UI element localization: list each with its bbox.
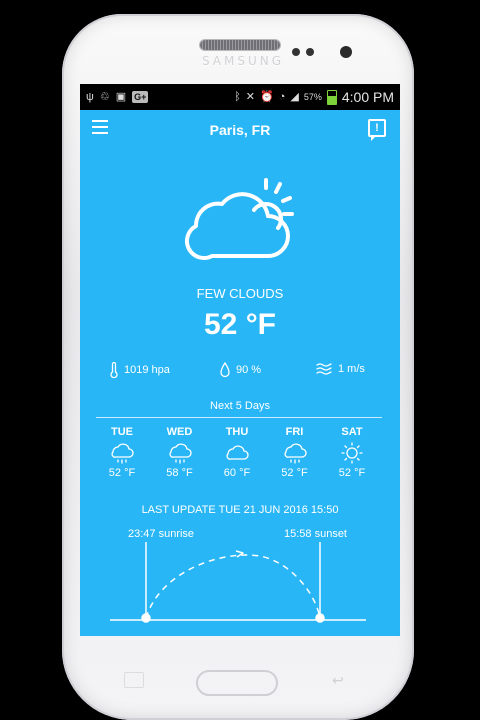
current-stats: 1019 hpa 90 % 1 m/s: [80, 362, 400, 382]
forecast-divider: [96, 417, 382, 418]
forecast-row: TUE 52 °F WED 58 °F THU 60 °F FRI 52 °F …: [94, 424, 380, 494]
weather-app: Paris, FR ! FEW CLOUDS 52 °F 1019 hpa 90…: [80, 110, 400, 636]
rain-cloud-icon: [283, 443, 307, 464]
thermometer-icon: [110, 362, 118, 378]
mute-icon: ✕: [245, 90, 256, 103]
sunset-dot: [315, 613, 325, 623]
day-temp: 52 °F: [281, 467, 308, 479]
sun-arc-path: [145, 554, 321, 619]
humidity-stat: 90 %: [220, 362, 261, 378]
day-name: SAT: [341, 426, 363, 438]
day-temp: 52 °F: [108, 467, 136, 479]
app-header: Paris, FR !: [80, 110, 400, 150]
forecast-day-sat[interactable]: SAT 52 °F: [324, 424, 380, 494]
day-name: FRI: [285, 426, 304, 438]
city-title: Paris, FR: [209, 122, 271, 138]
google-plus-icon: G+: [132, 91, 149, 103]
day-name: TUE: [111, 426, 133, 438]
day-temp: 52 °F: [338, 467, 366, 479]
day-name: WED: [166, 426, 193, 438]
proximity-sensor: [306, 48, 314, 56]
status-bar: ψ ♲ ▣ G+ ᛒ ✕ ⏰ ◔ ◢ 57% 4:00 PM: [80, 84, 400, 110]
front-camera: [292, 48, 300, 56]
clock: 4:00 PM: [341, 89, 394, 105]
brand-logo: SAMSUNG: [201, 54, 285, 68]
arrow-icon: [235, 550, 244, 558]
cloud-icon: [226, 445, 249, 460]
wind-stat: 1 m/s: [316, 362, 365, 376]
forecast-title: Next 5 Days: [210, 400, 270, 412]
condition-text: FEW CLOUDS: [196, 286, 284, 301]
rain-cloud-icon: [111, 443, 134, 464]
forecast-day-tue[interactable]: TUE 52 °F: [94, 424, 150, 494]
menu-soft-key[interactable]: [124, 672, 144, 688]
recycle-icon: ♲: [99, 90, 110, 103]
current-temperature: 52 °F: [203, 308, 277, 341]
image-icon: ▣: [115, 90, 127, 103]
droplet-icon: [220, 362, 230, 378]
screen: ψ ♲ ▣ G+ ᛒ ✕ ⏰ ◔ ◢ 57% 4:00 PM Paris, FR…: [80, 84, 400, 636]
day-name: THU: [225, 426, 249, 438]
humidity-value: 90 %: [236, 364, 262, 376]
earpiece-speaker: [200, 40, 280, 50]
forecast-day-thu[interactable]: THU 60 °F: [209, 424, 265, 494]
battery-icon: [326, 89, 337, 105]
bluetooth-icon: ᛒ: [234, 90, 241, 103]
rain-cloud-icon: [168, 443, 192, 464]
sunrise-dot: [141, 613, 151, 623]
battery-percent: 57%: [303, 92, 322, 102]
exclamation-icon: !: [375, 122, 379, 134]
pressure-stat: 1019 hpa: [110, 362, 170, 378]
back-soft-key[interactable]: ↩: [332, 672, 344, 689]
signal-icon: ◢: [290, 90, 299, 103]
wind-icon: [316, 363, 332, 375]
pressure-value: 1019 hpa: [124, 364, 170, 376]
sun-path-chart: [110, 542, 366, 623]
day-temp: 58 °F: [166, 467, 193, 479]
last-update-text: LAST UPDATE TUE 21 JUN 2016 15:50: [141, 504, 339, 516]
wind-value: 1 m/s: [338, 363, 365, 375]
forecast-day-fri[interactable]: FRI 52 °F: [267, 424, 323, 494]
home-button[interactable]: [196, 670, 278, 696]
sun-icon: [341, 442, 363, 464]
forecast-day-wed[interactable]: WED 58 °F: [152, 424, 208, 494]
alert-button[interactable]: !: [368, 119, 386, 141]
wifi-icon: ◔: [278, 90, 286, 103]
usb-icon: ψ: [86, 90, 94, 103]
day-temp: 60 °F: [223, 467, 251, 479]
few-clouds-icon: [185, 178, 294, 260]
light-sensor: [340, 46, 352, 58]
alarm-icon: ⏰: [260, 90, 274, 103]
